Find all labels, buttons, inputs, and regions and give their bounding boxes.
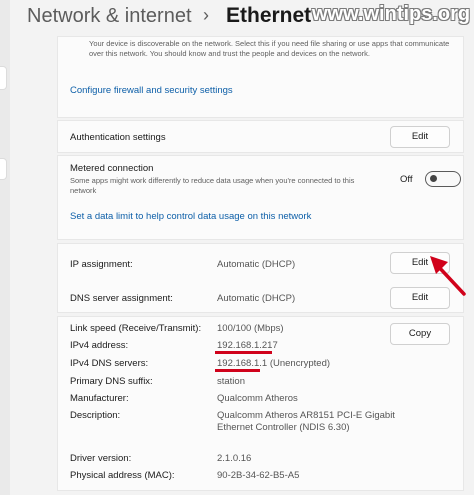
discovery-description: Your device is discoverable on the netwo… — [89, 39, 450, 58]
property-value: 100/100 (Mbps) — [217, 323, 284, 334]
property-value: Qualcomm Atheros — [217, 393, 298, 404]
page-title: Ethernet — [226, 4, 312, 27]
header: Network & internet › Ethernet www.wintip… — [0, 0, 474, 36]
watermark: www.wintips.org — [312, 3, 471, 25]
property-label: IPv4 DNS servers: — [70, 358, 149, 369]
property-label: Primary DNS suffix: — [70, 376, 153, 387]
nav-pane-tab[interactable] — [0, 158, 7, 180]
property-value: 90-2B-34-62-B5-A5 — [217, 470, 300, 481]
properties-card: Copy Link speed (Receive/Transmit): 100/… — [57, 316, 464, 491]
metered-connection-card: Metered connection Some apps might work … — [57, 155, 464, 240]
authentication-label: Authentication settings — [70, 132, 166, 143]
dns-assignment-value: Automatic (DHCP) — [217, 293, 296, 304]
toggle-knob — [430, 175, 437, 182]
metered-connection-toggle[interactable] — [425, 171, 461, 187]
metered-connection-label: Metered connection — [70, 163, 154, 174]
ipv4-address-highlight — [215, 351, 272, 354]
property-label: Physical address (MAC): — [70, 470, 175, 481]
ip-assignment-label: IP assignment: — [70, 259, 133, 270]
ipv4-address-value: 192.168.1.217 — [217, 340, 278, 351]
property-value: Qualcomm Atheros AR8151 PCI-E Gigabit Et… — [217, 410, 395, 433]
ip-settings-card: IP assignment: Automatic (DHCP) Edit DNS… — [57, 243, 464, 313]
metered-connection-description: Some apps might work differently to redu… — [70, 176, 355, 195]
property-label: IPv4 address: — [70, 340, 129, 351]
ipv4-dns-value: 192.168.1.1 (Unencrypted) — [217, 358, 331, 369]
annotation-arrow-icon — [430, 256, 466, 296]
property-label: Link speed (Receive/Transmit): — [70, 323, 202, 334]
firewall-settings-link[interactable]: Configure firewall and security settings — [70, 85, 233, 96]
breadcrumb-parent[interactable]: Network & internet — [27, 5, 192, 28]
property-label: Driver version: — [70, 453, 132, 464]
dns-assignment-label: DNS server assignment: — [70, 293, 173, 304]
property-label: Description: — [70, 410, 121, 421]
nav-pane-tab[interactable] — [0, 66, 7, 90]
metered-toggle-state: Off — [400, 174, 413, 185]
ipv4-dns-highlight — [215, 369, 260, 372]
network-discovery-card: Your device is discoverable on the netwo… — [57, 36, 464, 118]
data-limit-link[interactable]: Set a data limit to help control data us… — [70, 211, 311, 222]
property-value: station — [217, 376, 245, 387]
breadcrumb-separator-icon: › — [203, 5, 209, 25]
authentication-edit-button[interactable]: Edit — [390, 126, 450, 148]
authentication-card: Authentication settings Edit — [57, 120, 464, 153]
ip-assignment-value: Automatic (DHCP) — [217, 259, 296, 270]
property-value: 2.1.0.16 — [217, 453, 252, 464]
property-label: Manufacturer: — [70, 393, 129, 404]
copy-properties-button[interactable]: Copy — [390, 323, 450, 345]
